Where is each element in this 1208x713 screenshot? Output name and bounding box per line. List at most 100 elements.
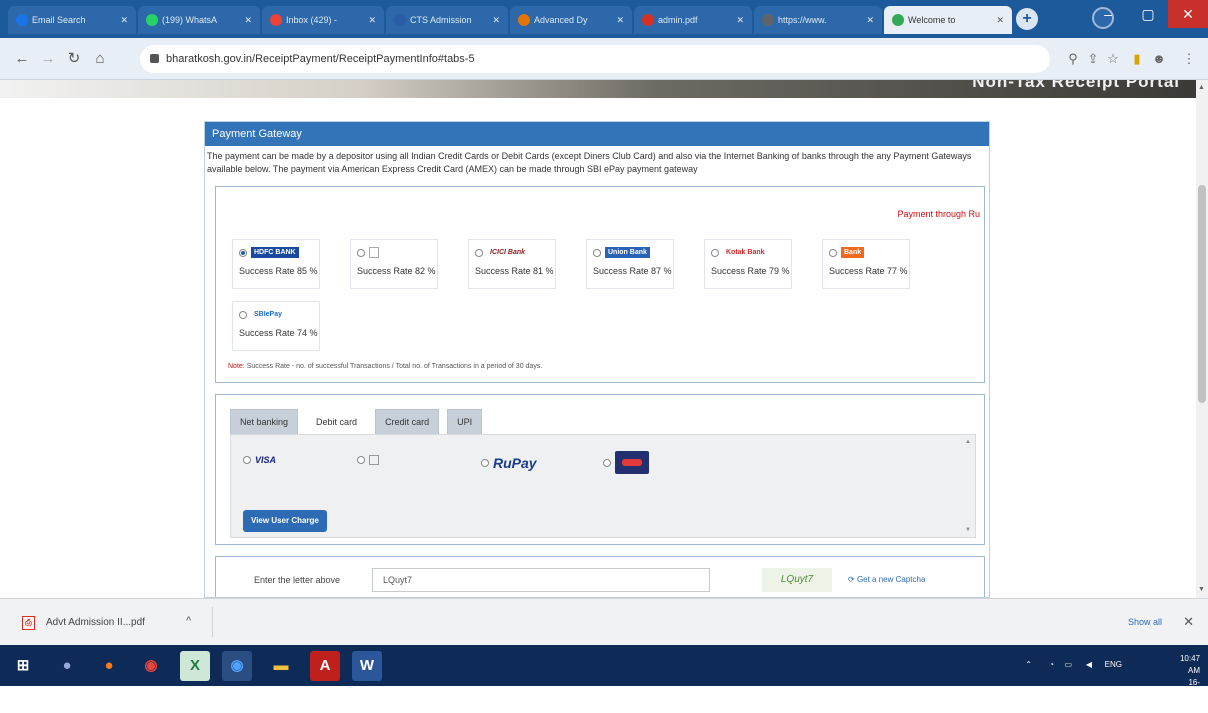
chevron-up-icon[interactable]: ^ [186,615,191,627]
file-explorer-icon[interactable]: ▬ [266,651,296,681]
chrome-icon[interactable]: ◉ [136,651,166,681]
maximize-button[interactable]: ▢ [1128,0,1168,28]
tab-close-icon[interactable]: ✕ [238,15,252,26]
view-user-charge-button[interactable]: View User Charge [243,510,327,532]
profile-icon[interactable]: ☻ [1150,50,1168,68]
scroll-down-icon[interactable]: ▼ [965,527,971,533]
download-bar: ⎙ Advt Admission II...pdf ^ Show all ✕ [0,598,1208,645]
lock-icon [150,54,159,63]
gateway-option-2[interactable]: Success Rate 82 % [350,239,438,289]
browser-tab[interactable]: CTS Admission ✕ [386,6,508,34]
page-scrollbar[interactable]: ▲ ▼ [1196,80,1208,598]
card-radio[interactable] [481,459,489,467]
bookmark-star-icon[interactable]: ☆ [1104,50,1122,68]
gateway-radio[interactable] [475,248,483,257]
browser-tab[interactable]: Inbox (429) - ✕ [262,6,384,34]
refresh-icon: ⟳ [848,575,855,584]
tab-close-icon[interactable]: ✕ [114,15,128,26]
card-option-2[interactable] [357,455,379,465]
card-radio[interactable] [603,458,611,467]
tab-credit-card[interactable]: Credit card [375,409,440,434]
address-bar[interactable]: bharatkosh.gov.in/ReceiptPayment/Receipt… [140,45,1050,73]
broken-image-icon [369,247,379,258]
excel-icon[interactable]: X [180,651,210,681]
gateway-option-icici[interactable]: ICICI Bank Success Rate 81 % [468,239,556,289]
gateway-radio[interactable] [239,310,247,319]
tab-close-icon[interactable]: ✕ [610,15,624,26]
tab-close-icon[interactable]: ✕ [362,15,376,26]
reload-icon[interactable]: ↻ [64,49,84,69]
tab-upi[interactable]: UPI [447,409,483,434]
tab-net-banking[interactable]: Net banking [230,409,299,434]
gateway-option-union[interactable]: Union Bank Success Rate 87 % [586,239,674,289]
tab-close-icon[interactable]: ✕ [860,15,874,26]
tab-close-icon[interactable]: ✕ [730,15,744,26]
hdfc-logo-icon: HDFC BANK [251,247,299,258]
captcha-input[interactable]: LQuyt7 [372,568,710,592]
browser-tab[interactable]: (199) WhatsA ✕ [138,6,260,34]
card-option-maestro[interactable] [603,451,649,474]
close-download-bar-icon[interactable]: ✕ [1183,614,1194,630]
scroll-up-icon[interactable]: ▲ [1198,84,1205,91]
new-tab-button[interactable]: + [1016,8,1038,30]
gateway-option-kotak[interactable]: Kotak Bank Success Rate 79 % [704,239,792,289]
firefox-icon[interactable]: ● [94,651,124,681]
card-list-scrollbar[interactable]: ▲ ▼ [965,439,973,535]
gateway-radio[interactable] [357,248,365,257]
volume-icon[interactable]: ◀ [1086,660,1092,669]
browser-tab[interactable]: https://www. ✕ [754,6,882,34]
pdf-file-icon: ⎙ [22,616,35,630]
close-window-button[interactable]: ✕ [1168,0,1208,28]
tab-debit-card[interactable]: Debit card [306,409,368,434]
browser-tab-active[interactable]: Welcome to ✕ [884,6,1012,34]
gateway-option-sbiepay[interactable]: SBIePay Success Rate 74 % [232,301,320,351]
sbiepay-logo-icon: SBIePay [251,309,286,320]
back-arrow-icon[interactable]: ← [12,49,32,69]
forward-arrow-icon[interactable]: → [38,49,58,69]
gateway-option-6[interactable]: Bank Success Rate 77 % [822,239,910,289]
word-icon[interactable]: W [352,651,382,681]
download-item[interactable]: Advt Admission II...pdf [46,617,145,628]
tab-favicon-icon [642,14,654,26]
gateway-radio[interactable] [711,248,719,257]
chrome-active-icon[interactable]: ◉ [222,651,252,681]
rupay-logo-icon: RuPay [493,455,537,471]
browser-tab[interactable]: Email Search ✕ [8,6,136,34]
scroll-up-icon[interactable]: ▲ [965,439,971,445]
windows-start-icon[interactable]: ⊞ [8,651,38,681]
show-all-link[interactable]: Show all [1128,617,1162,627]
card-radio[interactable] [357,456,365,464]
scroll-down-icon[interactable]: ▼ [1198,586,1205,593]
zoom-icon[interactable]: ⚲ [1064,50,1082,68]
home-icon[interactable]: ⌂ [90,49,110,69]
menu-kebab-icon[interactable]: ⋮ [1180,50,1198,68]
tab-close-icon[interactable]: ✕ [486,15,500,26]
extensions-icon[interactable]: ▮ [1128,50,1146,68]
gateway-radio[interactable] [239,248,247,257]
acrobat-icon[interactable]: A [310,651,340,681]
scroll-thumb[interactable] [1198,185,1206,403]
gateway-radio[interactable] [593,248,601,257]
minimize-button[interactable]: – [1088,0,1128,28]
search-app-icon[interactable]: ● [52,651,82,681]
battery-icon[interactable]: ▭ [1064,660,1072,669]
gateway-radio[interactable] [829,248,837,257]
browser-toolbar: ← → ↻ ⌂ bharatkosh.gov.in/ReceiptPayment… [0,38,1208,80]
card-radio[interactable] [243,456,251,464]
success-rate-note: Note: Success Rate - no. of successful T… [228,363,543,370]
bank-logo-icon: Bank [841,247,865,258]
card-option-rupay[interactable]: RuPay [481,455,537,471]
browser-tab[interactable]: admin.pdf ✕ [634,6,752,34]
chevron-up-icon[interactable]: ⌃ [1025,660,1032,669]
card-option-visa[interactable]: VISA [243,455,276,465]
tab-close-icon[interactable]: ✕ [990,15,1004,26]
gateway-option-hdfc[interactable]: HDFC BANK Success Rate 85 % [232,239,320,289]
new-captcha-link[interactable]: ⟳ Get a new Captcha [848,575,925,584]
network-icon[interactable]: ◔ [1049,660,1054,669]
language-indicator[interactable]: ENG [1105,660,1122,669]
clock[interactable]: 10:47 AM 16-06-2022 [1180,653,1200,713]
share-icon[interactable]: ⇪ [1084,50,1102,68]
tab-favicon-icon [518,14,530,26]
captcha-box: Enter the letter above LQuyt7 LQuyt7 ⟳ G… [215,556,985,597]
browser-tab[interactable]: Advanced Dy ✕ [510,6,632,34]
